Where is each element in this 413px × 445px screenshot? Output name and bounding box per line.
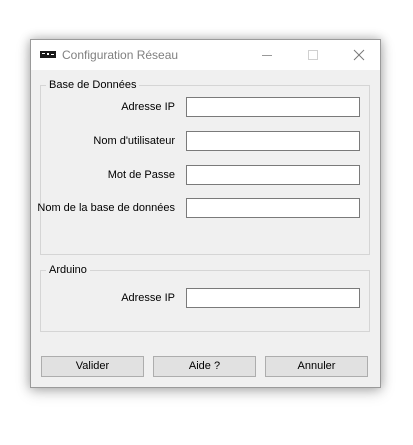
- close-button[interactable]: [336, 40, 382, 70]
- minimize-button[interactable]: [244, 40, 290, 70]
- db-name-label: Nom de la base de données: [37, 202, 175, 214]
- maximize-button[interactable]: [290, 40, 336, 70]
- db-ip-input[interactable]: [186, 97, 360, 117]
- db-username-label: Nom d'utilisateur: [93, 135, 175, 147]
- arduino-group-legend: Arduino: [46, 263, 90, 277]
- db-password-input[interactable]: [186, 165, 360, 185]
- config-dialog: Configuration Réseau Base de Données Adr…: [30, 39, 381, 388]
- maximize-icon: [308, 50, 318, 60]
- help-button[interactable]: Aide ?: [153, 356, 256, 377]
- db-username-input[interactable]: [186, 131, 360, 151]
- db-password-label: Mot de Passe: [107, 169, 175, 181]
- arduino-ip-label: Adresse IP: [121, 292, 175, 304]
- window-title: Configuration Réseau: [62, 48, 179, 62]
- close-icon: [353, 49, 365, 61]
- title-bar[interactable]: Configuration Réseau: [31, 40, 380, 70]
- cancel-button[interactable]: Annuler: [265, 356, 368, 377]
- validate-button[interactable]: Valider: [41, 356, 144, 377]
- db-ip-label: Adresse IP: [121, 101, 175, 113]
- db-name-input[interactable]: [186, 198, 360, 218]
- database-group-legend: Base de Données: [46, 78, 140, 92]
- arduino-groupbox: Arduino Adresse IP: [40, 263, 370, 332]
- arduino-ip-input[interactable]: [186, 288, 360, 308]
- app-logo-icon: [40, 51, 56, 58]
- database-groupbox: Base de Données Adresse IP Nom d'utilisa…: [37, 78, 370, 255]
- minimize-icon: [262, 55, 272, 56]
